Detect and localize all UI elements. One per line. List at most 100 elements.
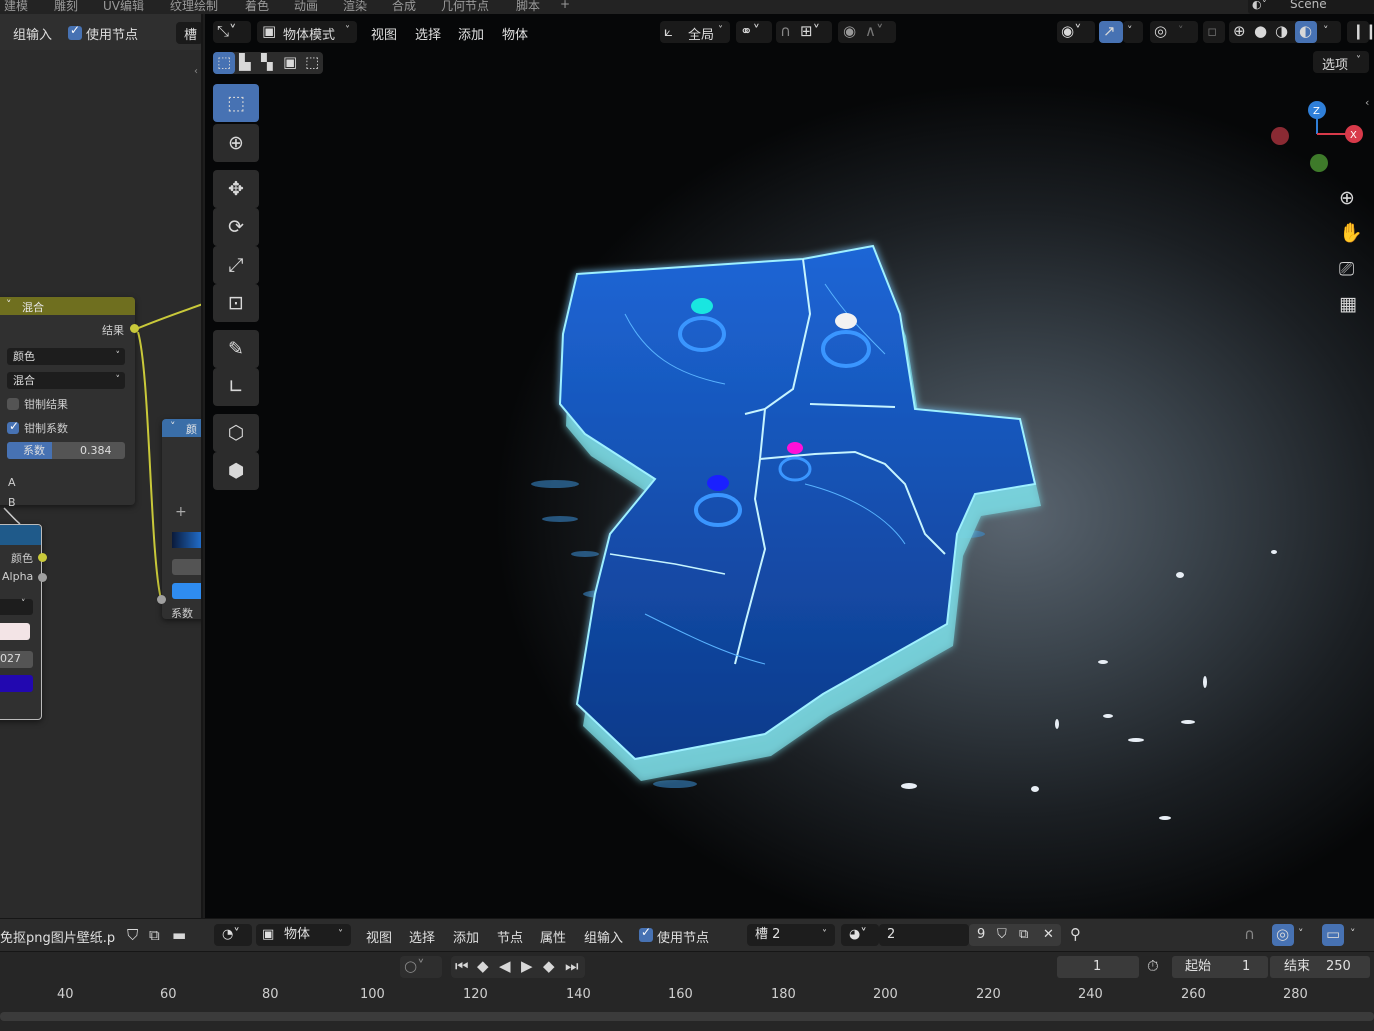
backdrop-toggle[interactable]: ▭ xyxy=(1322,924,1344,946)
tab-compositing[interactable]: 合成 xyxy=(392,0,416,14)
shader-context-dropdown[interactable]: ▣ 物体 ˅ xyxy=(256,924,351,946)
overlay-toggle[interactable]: ◎ xyxy=(1272,924,1294,946)
input-b-label: B xyxy=(8,496,16,509)
color-node-header[interactable]: ˅ 颜 xyxy=(162,419,201,437)
start-frame-field[interactable]: 起始 1 xyxy=(1172,956,1268,978)
stopwatch-icon[interactable]: ⏱ xyxy=(1147,959,1159,974)
material-slot-dropdown[interactable]: 槽 2 ˅ xyxy=(747,924,835,946)
image-interp-dropdown[interactable]: ˅ xyxy=(0,599,33,615)
frame-tick: 260 xyxy=(1181,987,1206,1002)
scene-name: Scene xyxy=(1290,0,1327,11)
tab-animation[interactable]: 动画 xyxy=(294,0,318,14)
bottom-menu-properties[interactable]: 属性 xyxy=(540,927,566,946)
chevron-down-icon[interactable]: ˅ xyxy=(6,298,12,311)
shield-icon[interactable]: ⛉ xyxy=(997,924,1007,946)
tab-shading[interactable]: 着色 xyxy=(245,0,269,14)
editor-type-button[interactable]: ◔˅ xyxy=(214,924,252,946)
bottom-use-nodes-checkbox[interactable] xyxy=(639,925,653,942)
close-icon[interactable]: ✕ xyxy=(1043,924,1054,946)
frame-tick: 80 xyxy=(262,987,279,1002)
add-stop-icon[interactable]: + xyxy=(175,504,187,520)
jump-start-icon[interactable]: ⏮ xyxy=(455,959,469,974)
color-node-factor-socket[interactable] xyxy=(157,595,166,604)
material-user-count: 9 xyxy=(977,927,986,942)
scene-icon: ◐˅ xyxy=(1252,0,1268,11)
tab-geometry-nodes[interactable]: 几何节点 xyxy=(441,0,489,14)
add-workspace-button[interactable]: + xyxy=(560,0,570,11)
image-node-header[interactable] xyxy=(0,525,41,545)
mix-node[interactable]: ˅ 混合 结果 颜色˅ 混合˅ 钳制结果 钳制系数 系数 0.384 A B xyxy=(0,297,139,509)
bottom-menu-view[interactable]: 视图 xyxy=(366,927,392,946)
bottom-menu-select[interactable]: 选择 xyxy=(409,927,435,946)
ramp-color-swatch[interactable] xyxy=(172,583,201,599)
image-texture-node[interactable]: 颜色 Alpha ˅ 027 xyxy=(0,524,47,720)
3d-viewport[interactable]: ⤡˅ ▣ 物体模式 ˅ 视图 选择 添加 物体 ⟀ 全局 ˅ ⚭˅ ∩ ⊞˅ ◉… xyxy=(205,14,1374,918)
end-frame-label: 结束 xyxy=(1284,959,1311,974)
scene-selector[interactable]: ◐˅ Scene xyxy=(1248,0,1374,14)
tab-scripting[interactable]: 脚本 xyxy=(516,0,540,14)
clamp-factor-checkbox[interactable] xyxy=(7,419,19,434)
tab-uv[interactable]: UV编辑 xyxy=(103,0,144,14)
bottom-menu-group-input[interactable]: 组输入 xyxy=(584,927,623,946)
fake-user-shield-icon[interactable]: ⛉ xyxy=(127,928,138,943)
duplicate-icon[interactable]: ⧉ xyxy=(149,928,160,943)
image-second-swatch[interactable] xyxy=(0,675,33,692)
chevron-down-icon: ˅ xyxy=(822,929,827,940)
mix-node-header[interactable]: ˅ 混合 xyxy=(0,297,135,315)
image-name-field[interactable]: 免抠png图片壁纸.p xyxy=(0,927,115,946)
material-slot-label: 槽 2 xyxy=(755,927,781,942)
chevron-down-icon[interactable]: ˅ xyxy=(170,420,176,433)
material-name-field[interactable]: 2 xyxy=(879,924,969,946)
material-user-group: 9 ⛉ ⧉ ✕ xyxy=(969,924,1061,946)
tab-modeling[interactable]: 建模 xyxy=(4,0,28,14)
image-color-swatch[interactable] xyxy=(0,623,30,640)
ramp-position-field[interactable] xyxy=(172,559,201,575)
mix-output-label: 结果 xyxy=(102,324,124,337)
image-color-socket[interactable] xyxy=(38,553,47,562)
blend-mode-dropdown[interactable]: 混合 ˅ xyxy=(7,372,125,389)
play-icon[interactable]: ▶ xyxy=(521,959,533,974)
node-editor-icon: ◔˅ xyxy=(222,927,240,942)
material-sphere-icon: ◕˅ xyxy=(849,927,867,942)
jump-end-icon[interactable]: ⏭ xyxy=(565,959,579,974)
prev-keyframe-icon[interactable]: ◆ xyxy=(477,959,489,974)
shader-node-editor[interactable]: 组输入 使用节点 槽 ‹ ˅ 混合 结果 颜色˅ 混合˅ 钳制结果 钳制系数 xyxy=(0,14,203,918)
overlay-icon: ◎ xyxy=(1276,925,1290,943)
context-label: 物体 xyxy=(284,927,311,942)
image-value-field[interactable]: 027 xyxy=(0,651,33,668)
play-reverse-icon[interactable]: ◀ xyxy=(499,959,511,974)
bottom-menu-node[interactable]: 节点 xyxy=(497,927,523,946)
next-keyframe-icon[interactable]: ◆ xyxy=(543,959,555,974)
blend-mode-value: 混合 xyxy=(13,374,35,387)
input-a-label: A xyxy=(8,476,16,489)
mix-output-socket[interactable] xyxy=(130,324,139,333)
bottom-menu-add[interactable]: 添加 xyxy=(453,927,479,946)
color-ramp-bar[interactable] xyxy=(172,532,201,548)
workspace-tabs: 建模 雕刻 UV编辑 纹理绘制 着色 动画 渲染 合成 几何节点 脚本 + ◐˅… xyxy=(0,0,1374,14)
factor-value: 0.384 xyxy=(80,444,112,457)
duplicate-icon[interactable]: ⧉ xyxy=(1019,924,1028,946)
chevron-down-icon[interactable]: ˅ xyxy=(1350,928,1356,939)
tab-sculpt[interactable]: 雕刻 xyxy=(54,0,78,14)
pin-icon[interactable]: ⚲ xyxy=(1070,927,1081,942)
material-name: 2 xyxy=(887,927,896,942)
tab-texture-paint[interactable]: 纹理绘制 xyxy=(170,0,218,14)
image-value: 027 xyxy=(0,652,21,665)
color-ramp-node[interactable]: ˅ 颜 + 系数 xyxy=(162,419,201,620)
snap-icon[interactable]: ∩ xyxy=(1244,927,1255,942)
frame-tick: 120 xyxy=(463,987,488,1002)
color-node-factor-label: 系数 xyxy=(171,607,193,620)
folder-icon[interactable]: ▬ xyxy=(172,928,186,943)
keying-dropdown[interactable]: ○˅ xyxy=(400,956,442,978)
image-alpha-socket[interactable] xyxy=(38,573,47,582)
current-frame-field[interactable]: 1 xyxy=(1057,956,1139,978)
tab-rendering[interactable]: 渲染 xyxy=(343,0,367,14)
clamp-result-checkbox[interactable] xyxy=(7,398,19,410)
material-browse-button[interactable]: ◕˅ xyxy=(841,924,879,946)
timeline-scrollbar[interactable] xyxy=(0,1012,1374,1021)
factor-slider[interactable]: 系数 0.384 xyxy=(7,442,125,459)
data-type-dropdown[interactable]: 颜色 ˅ xyxy=(7,348,125,365)
clamp-result-label: 钳制结果 xyxy=(24,398,68,411)
end-frame-field[interactable]: 结束 250 xyxy=(1270,956,1370,978)
chevron-down-icon[interactable]: ˅ xyxy=(1298,928,1304,939)
